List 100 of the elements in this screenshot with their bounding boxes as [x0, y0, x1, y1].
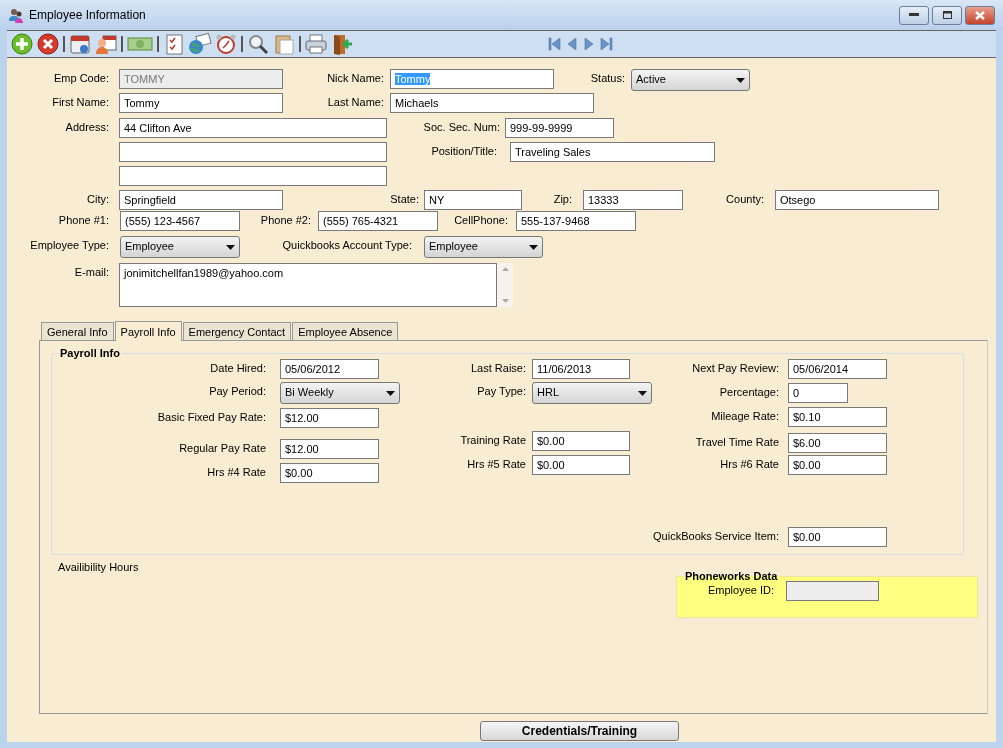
field-label: State:: [389, 192, 419, 205]
search-icon[interactable]: [246, 32, 270, 56]
input-field[interactable]: $12.00: [280, 439, 379, 459]
input-field[interactable]: $0.00: [280, 463, 379, 483]
group-title: Phoneworks Data: [684, 570, 779, 582]
field-label: Zip:: [552, 192, 572, 205]
input-field[interactable]: $0.10: [788, 407, 887, 427]
field-label: First Name:: [51, 95, 109, 108]
credentials-button[interactable]: Credentials/Training: [480, 721, 679, 741]
input-field[interactable]: Otsego: [775, 190, 939, 210]
field-label: Travel Time Rate: [694, 435, 779, 448]
dropdown[interactable]: Bi Weekly: [280, 382, 400, 404]
section-label: Availibility Hours: [58, 561, 139, 573]
field-label: Employee ID:: [706, 583, 774, 596]
input-field[interactable]: [119, 142, 387, 162]
tab[interactable]: Payroll Info: [114, 321, 182, 341]
maximize-icon: [942, 11, 952, 19]
field-label: Phone #2:: [259, 213, 311, 226]
calendar-person-icon[interactable]: [94, 32, 118, 56]
group-title: Payroll Info: [59, 347, 121, 359]
dropdown[interactable]: Employee: [424, 236, 543, 258]
input-field[interactable]: 05/06/2014: [788, 359, 887, 379]
field-label: Position/Title:: [430, 144, 497, 157]
field-label: Pay Type:: [476, 384, 526, 397]
field-label: Phone #1:: [57, 213, 109, 226]
calendar-icon[interactable]: [68, 32, 92, 56]
minimize-icon: [909, 13, 919, 17]
field-label: County:: [725, 192, 764, 205]
field-label: Hrs #4 Rate: [206, 465, 266, 478]
dropdown[interactable]: Employee: [120, 236, 240, 258]
caret-icon: [529, 245, 538, 250]
input-field[interactable]: $0.00: [532, 455, 630, 475]
add-icon[interactable]: [10, 32, 34, 56]
dropdown[interactable]: HRL: [532, 382, 652, 404]
input-field[interactable]: [786, 581, 879, 601]
last-record-icon[interactable]: [598, 36, 613, 52]
alarm-clock-icon[interactable]: [214, 32, 238, 56]
input-field[interactable]: 11/06/2013: [532, 359, 630, 379]
input-field[interactable]: (555) 123-4567: [120, 211, 240, 231]
input-field[interactable]: $0.00: [788, 527, 887, 547]
field-label: Mileage Rate:: [710, 409, 779, 422]
field-label: QuickBooks Service Item:: [652, 529, 779, 542]
field-label: CellPhone:: [453, 213, 508, 226]
tab[interactable]: Emergency Contact: [182, 322, 292, 340]
field-label: Last Name:: [326, 95, 384, 108]
dropdown[interactable]: Active: [631, 69, 750, 91]
input-field[interactable]: 05/06/2012: [280, 359, 379, 379]
input-field[interactable]: 999-99-9999: [505, 118, 614, 138]
field-label: Last Raise:: [469, 361, 526, 374]
field-label: Pay Period:: [208, 384, 266, 397]
input-field[interactable]: 44 Clifton Ave: [119, 118, 387, 138]
window-title: Employee Information: [29, 8, 147, 22]
input-field[interactable]: 0: [788, 383, 848, 403]
input-field[interactable]: TOMMY: [119, 69, 283, 89]
input-field[interactable]: $0.00: [788, 455, 887, 475]
first-record-icon[interactable]: [547, 36, 562, 52]
field-label: Nick Name:: [326, 71, 384, 84]
input-field[interactable]: 555-137-9468: [516, 211, 636, 231]
clipboard-icon[interactable]: [272, 32, 296, 56]
field-label: Basic Fixed Pay Rate:: [156, 410, 266, 423]
people-icon: [9, 7, 23, 23]
input-field[interactable]: $6.00: [788, 433, 887, 453]
field-label: Next Pay Review:: [691, 361, 779, 374]
field-label: Training Rate: [459, 433, 526, 446]
field-label: Status:: [589, 71, 625, 84]
caret-icon: [386, 391, 395, 396]
field-label: City:: [86, 192, 109, 205]
email-field[interactable]: jonimitchellfan1989@yahoo.com: [119, 263, 497, 307]
input-field[interactable]: Traveling Sales: [510, 142, 715, 162]
tab[interactable]: Employee Absence: [292, 322, 399, 340]
delete-icon[interactable]: [36, 32, 60, 56]
field-label: Employee Type:: [29, 238, 109, 251]
field-label: Percentage:: [718, 385, 779, 398]
field-label: Date Hired:: [209, 361, 266, 374]
minimize-button[interactable]: [899, 5, 929, 25]
caret-icon: [638, 391, 647, 396]
input-field[interactable]: (555) 765-4321: [318, 211, 438, 231]
input-field[interactable]: $12.00: [280, 408, 379, 428]
close-icon: [975, 10, 985, 20]
caret-icon: [736, 78, 745, 83]
tab[interactable]: General Info: [41, 322, 114, 340]
field-label: Hrs #6 Rate: [719, 457, 779, 470]
input-field[interactable]: Springfield: [119, 190, 283, 210]
maximize-button[interactable]: [932, 5, 962, 25]
input-field[interactable]: Tommy: [119, 93, 283, 113]
input-field[interactable]: Michaels: [390, 93, 594, 113]
input-field[interactable]: 13333: [583, 190, 683, 210]
close-button[interactable]: [965, 5, 995, 25]
input-field[interactable]: [119, 166, 387, 186]
field-label: Soc. Sec. Num:: [422, 120, 500, 133]
field-label: Emp Code:: [52, 71, 109, 84]
input-field[interactable]: NY: [424, 190, 522, 210]
printer-icon[interactable]: [304, 32, 328, 56]
field-label: E-mail:: [73, 265, 109, 278]
field-label: Address:: [64, 120, 109, 133]
field-label: Hrs #5 Rate: [466, 457, 526, 470]
field-label: Quickbooks Account Type:: [281, 238, 412, 251]
input-field[interactable]: $0.00: [532, 431, 630, 451]
next-icon[interactable]: [581, 36, 596, 52]
globe-envelope-icon[interactable]: [188, 32, 212, 56]
